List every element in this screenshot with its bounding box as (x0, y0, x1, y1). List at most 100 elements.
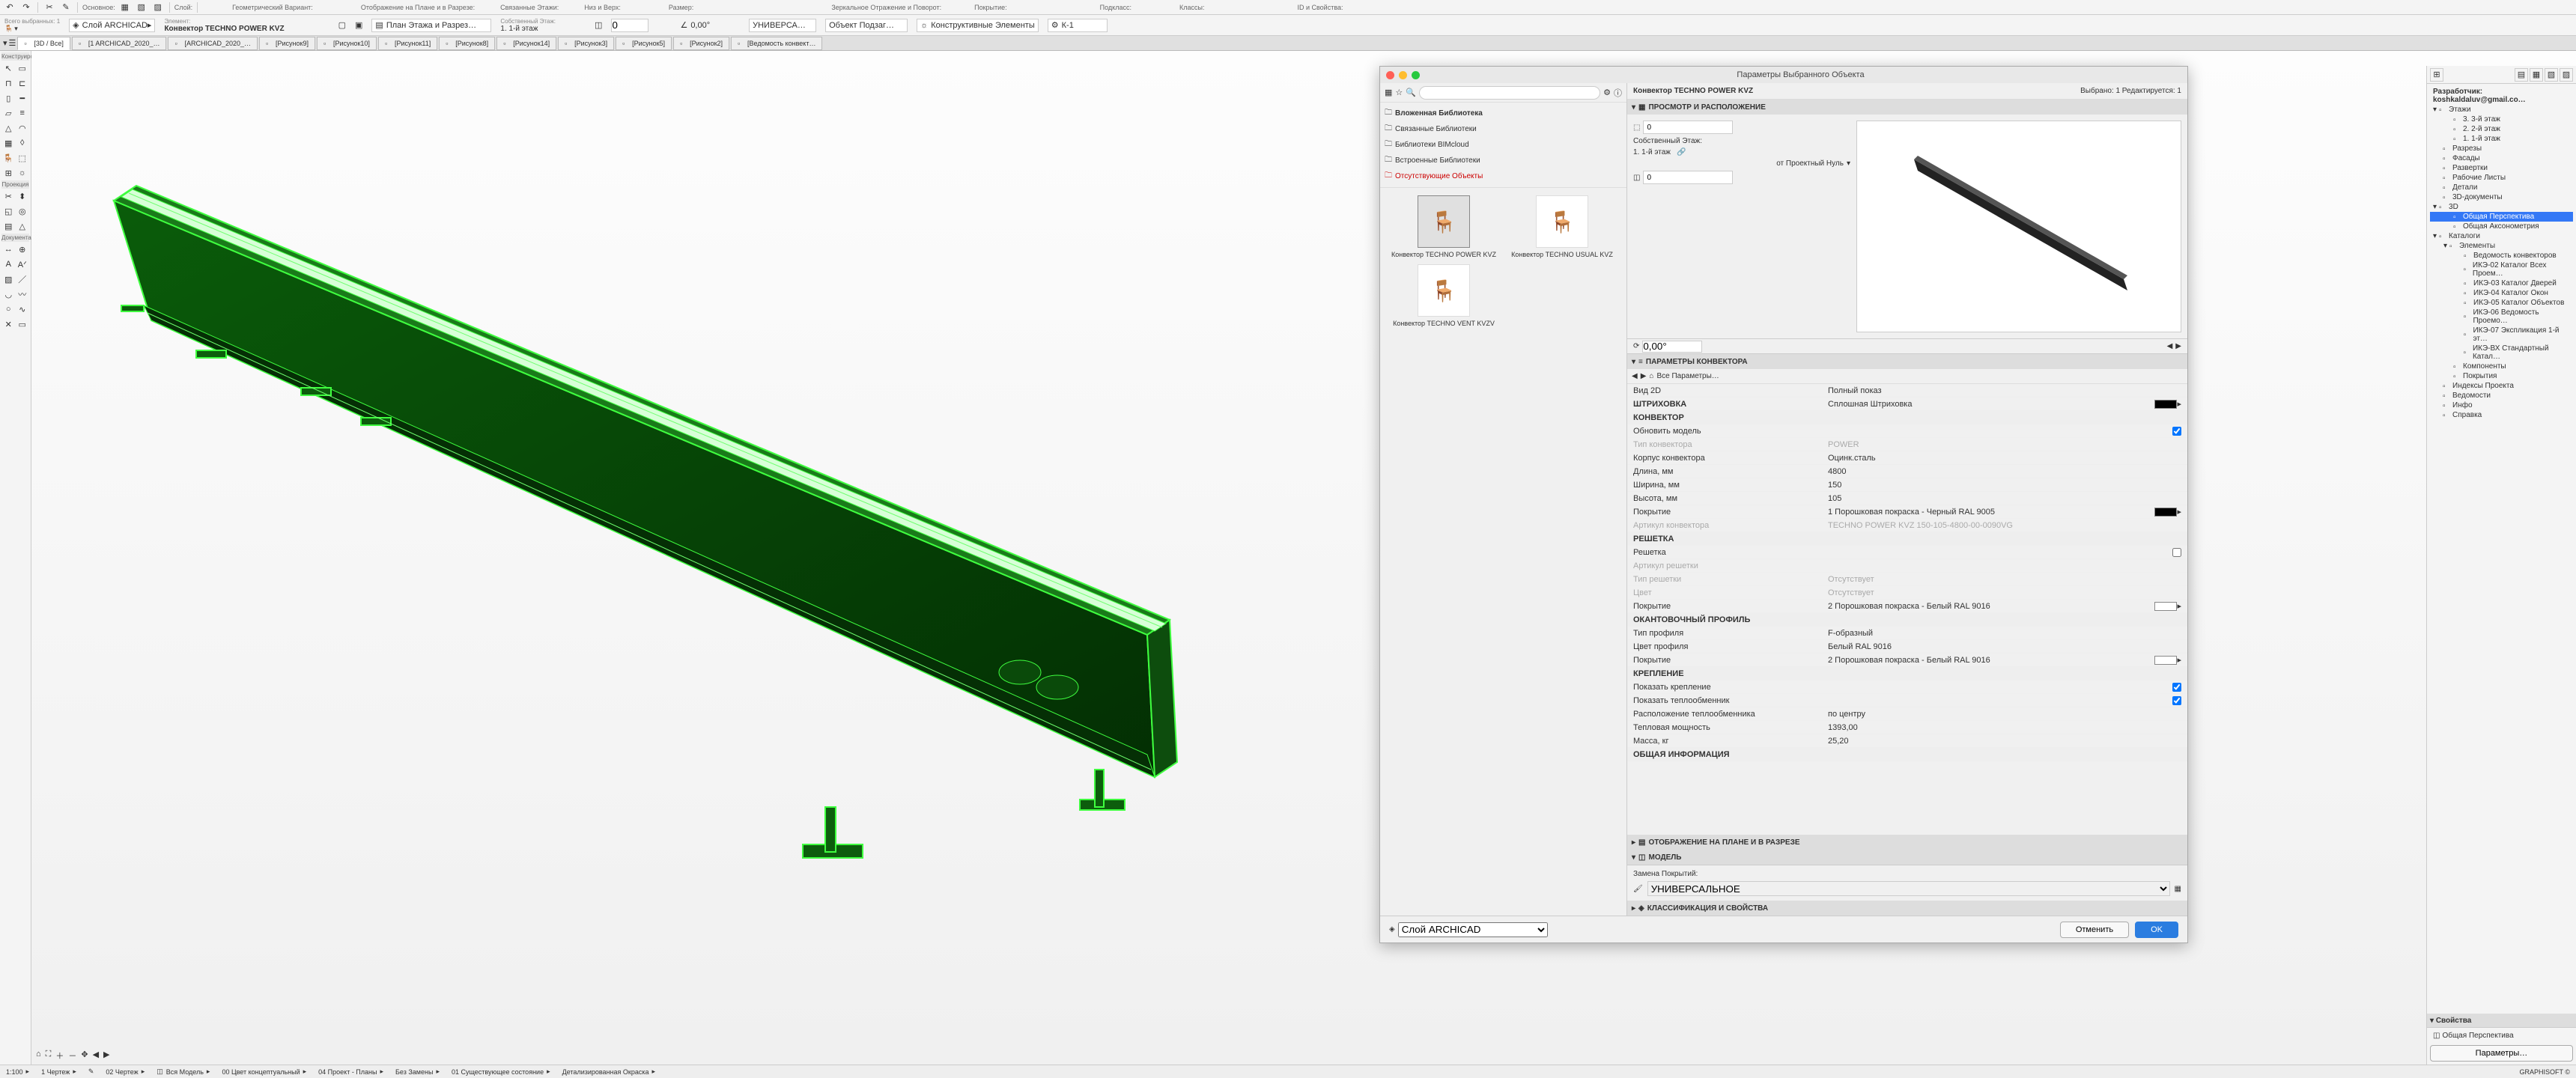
polyline-tool-icon[interactable]: 〰 (16, 287, 30, 302)
dialog-titlebar[interactable]: Параметры Выбранного Объекта (1380, 67, 2187, 83)
nav-tree-item[interactable]: ▾▫Элементы (2430, 241, 2573, 251)
param-row[interactable]: Длина, мм4800 (1627, 465, 2187, 478)
tree-root[interactable]: Разработчик: koshkaldaluv@gmail.co… (2430, 87, 2573, 105)
tab[interactable]: ▫[ARCHICAD_2020_… (168, 37, 258, 50)
variant-icon-1[interactable]: ▢ (338, 20, 346, 30)
nav-tree-item[interactable]: ▫Ведомости (2430, 391, 2573, 401)
slab-tool-icon[interactable]: ▱ (1, 106, 16, 121)
nav-tree-item[interactable]: ▫Развертки (2430, 163, 2573, 173)
level-tool-icon[interactable]: ⊕ (16, 242, 30, 257)
spline-tool-icon[interactable]: ∿ (16, 302, 30, 317)
nav-tree-item[interactable]: ▫ИКЭ-05 Каталог Объектов (2430, 298, 2573, 308)
zamena-select[interactable]: УНИВЕРСАЛЬНОЕ (1647, 881, 2170, 896)
shell-tool-icon[interactable]: ◠ (16, 121, 30, 135)
tab[interactable]: ▫[Рисунок3] (558, 37, 614, 50)
nav-mode-3-icon[interactable]: ▧ (2545, 68, 2558, 82)
nav-mode-2-icon[interactable]: ▦ (2530, 68, 2543, 82)
lib-gear-icon[interactable]: ⚙ (1603, 88, 1611, 97)
nav-tree-item[interactable]: ▫Общая Аксонометрия (2430, 222, 2573, 231)
prev-view-icon[interactable]: ◀ (93, 1050, 99, 1062)
expand-icon[interactable]: ▾ (2433, 203, 2437, 211)
param-row[interactable]: Решетка (1627, 546, 2187, 559)
wall-tool-icon[interactable]: ▭ (16, 61, 30, 76)
anchor-icon[interactable]: ⬚ (1633, 124, 1640, 132)
library-search-input[interactable] (1419, 86, 1600, 100)
zoom-in-icon[interactable]: ＋ (55, 1050, 64, 1062)
tab[interactable]: ▫[Ведомость конвект… (731, 37, 822, 50)
color-swatch[interactable] (2154, 508, 2177, 517)
sb-bez[interactable]: Без Замены (395, 1068, 433, 1076)
morph-tool-icon[interactable]: ◊ (16, 135, 30, 150)
nav-tree-item[interactable]: ▫Покрытия (2430, 371, 2573, 381)
sb-zoom[interactable]: 1 Чертеж (41, 1068, 70, 1076)
nav-tree-item[interactable]: ▾▫3D (2430, 202, 2573, 212)
param-row[interactable]: Артикул конвектораTECHNO POWER KVZ 150-1… (1627, 519, 2187, 532)
dialog-layer-select[interactable]: Слой ARCHICAD (1398, 922, 1548, 937)
layer-dropdown[interactable]: ◈ Слой ARCHICAD ▸ (69, 19, 155, 32)
sb-pen-icon[interactable]: ✎ (88, 1068, 94, 1076)
tabstrip-list-icon[interactable]: ☰ (9, 38, 16, 48)
nav-tree-item[interactable]: ▫ИКЭ-ВХ Стандартный Катал… (2430, 344, 2573, 362)
nav-tree-item[interactable]: ▫ИКЭ-07 Экспликация 1-й эт… (2430, 326, 2573, 344)
tab[interactable]: ▫[Рисунок5] (616, 37, 672, 50)
paint-icon[interactable]: ✎ (59, 1, 73, 13)
redo-icon[interactable]: ↷ (19, 1, 33, 13)
tab[interactable]: ▫[Рисунок2] (673, 37, 729, 50)
nav-tree-item[interactable]: ▫1. 1-й этаж (2430, 134, 2573, 144)
dimension-tool-icon[interactable]: ↔ (1, 242, 16, 257)
detail-tool-icon[interactable]: ◎ (16, 204, 30, 219)
nav-mode-1-icon[interactable]: ▤ (2515, 68, 2528, 82)
tab[interactable]: ▫[3D / Все] (17, 37, 70, 50)
expand-icon[interactable]: ▾ (2443, 242, 2447, 250)
nav-tree-item[interactable]: ▾▫Этажи (2430, 105, 2573, 115)
sb-zoom2[interactable]: 02 Чертеж (106, 1068, 138, 1076)
expand-icon[interactable]: ▾ (2433, 106, 2437, 114)
nav-tree-item[interactable]: ▫Разрезы (2430, 144, 2573, 153)
nav-mode-4-icon[interactable]: ▨ (2560, 68, 2573, 82)
section-preview-header[interactable]: ▾ ▦ ПРОСМОТР И РАСПОЛОЖЕНИЕ (1627, 100, 2187, 115)
nav-tree-item[interactable]: ▫3D-документы (2430, 192, 2573, 202)
library-folder[interactable]: 🗀Библиотеки BIMcloud (1385, 137, 1622, 153)
color-swatch[interactable] (2154, 400, 2177, 409)
nav-tree-item[interactable]: ▫Общая Перспектива (2430, 212, 2573, 222)
gallery-item[interactable]: 🪑Конвектор TECHNO USUAL KVZ (1506, 195, 1618, 258)
param-row[interactable]: Масса, кг25,20 (1627, 734, 2187, 748)
3d-viewport[interactable]: ⌂ ⛶ ＋ － ✥ ◀ ▶ (31, 51, 2576, 1065)
sb-cube-icon[interactable]: ◫ (157, 1068, 163, 1076)
nav-settings-button[interactable]: Параметры… (2430, 1045, 2573, 1062)
sb-sost[interactable]: 01 Существующее состояние (452, 1068, 544, 1076)
sb-proj[interactable]: 04 Проект - Планы (318, 1068, 377, 1076)
preview-next-icon[interactable]: ▶ (2175, 342, 2181, 350)
hotspot-tool-icon[interactable]: ✕ (1, 317, 16, 332)
library-folder[interactable]: 🗀Связанные Библиотеки (1385, 121, 1622, 137)
param-row[interactable]: Покрытие2 Порошковая покраска - Белый RA… (1627, 654, 2187, 667)
tab[interactable]: ▫[1 ARCHICAD_2020_… (72, 37, 167, 50)
change-tool-icon[interactable]: △ (16, 219, 30, 234)
chevron-down-icon[interactable]: ▾ (14, 25, 18, 33)
expand-icon[interactable]: ▾ (2433, 232, 2437, 240)
crumb-fwd-icon[interactable]: ▶ (1641, 372, 1647, 380)
section-model-header[interactable]: ▾◫ МОДЕЛЬ (1627, 850, 2187, 865)
param-checkbox[interactable] (2172, 548, 2181, 557)
param-checkbox[interactable] (2172, 427, 2181, 436)
param-checkbox[interactable] (2172, 683, 2181, 692)
nav-tree-item[interactable]: ▫ИКЭ-03 Каталог Дверей (2430, 278, 2573, 288)
zone-tool-icon[interactable]: ⬚ (16, 150, 30, 165)
tool-mode-1-icon[interactable]: ▦ (118, 1, 132, 13)
param-row[interactable]: Расположение теплообменникапо центру (1627, 707, 2187, 721)
sb-scale[interactable]: 1:100 (6, 1068, 23, 1076)
section-params-header[interactable]: ▾ ≡ ПАРАМЕТРЫ КОНВЕКТОРА (1627, 354, 2187, 369)
plan-display-dropdown[interactable]: ▤ План Этажа и Разрез… (371, 19, 491, 32)
variant-icon-2[interactable]: ▣ (355, 20, 362, 30)
lib-info-icon[interactable]: ⓘ (1614, 87, 1622, 99)
param-row[interactable]: Корпус конвектораОцинк.сталь (1627, 451, 2187, 465)
beam-tool-icon[interactable]: ━ (16, 91, 30, 106)
param-row[interactable]: Вид 2DПолный показ (1627, 384, 2187, 398)
ok-button[interactable]: OK (2135, 922, 2178, 938)
fill-tool-icon[interactable]: ▨ (1, 272, 16, 287)
param-row[interactable]: Тип профиляF-образный (1627, 627, 2187, 640)
id-dropdown[interactable]: ⚙ К-1 (1048, 19, 1108, 32)
sb-color[interactable]: 00 Цвет концептуальный (222, 1068, 300, 1076)
zoom-out-icon[interactable]: － (68, 1050, 76, 1062)
mesh-tool-icon[interactable]: ⊞ (1, 165, 16, 180)
